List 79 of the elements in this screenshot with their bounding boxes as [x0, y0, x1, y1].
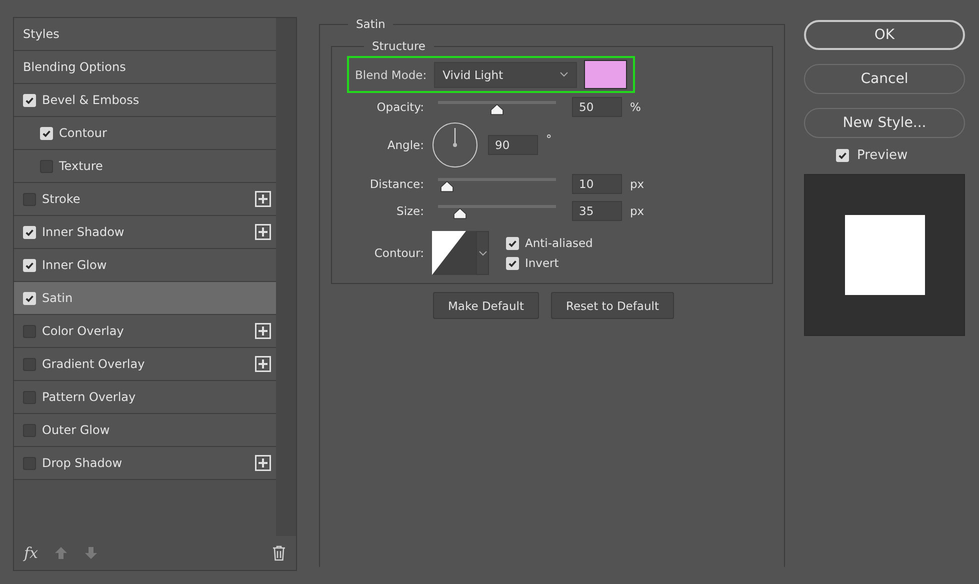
style-list-item[interactable]: Satin: [14, 282, 276, 315]
slider-track[interactable]: [438, 100, 556, 114]
checkbox[interactable]: [23, 192, 36, 206]
style-list-item[interactable]: Texture: [14, 150, 276, 183]
checkbox[interactable]: [23, 456, 36, 470]
checkbox[interactable]: [23, 358, 36, 370]
style-list-item[interactable]: Blending Options: [14, 51, 276, 84]
checkbox[interactable]: [23, 324, 36, 338]
style-label: Inner Shadow: [42, 225, 126, 239]
slider-thumb[interactable]: [440, 180, 454, 192]
add-icon[interactable]: [255, 356, 272, 372]
style-label: Inner Glow: [42, 258, 108, 272]
slider-thumb[interactable]: [453, 208, 468, 218]
trash-icon[interactable]: [272, 545, 286, 561]
chevron-down-icon: [560, 72, 568, 77]
value-field[interactable]: 90: [488, 135, 538, 155]
style-label: Blending Options: [23, 60, 127, 74]
style-label: Pattern Overlay: [42, 390, 137, 404]
style-label: Color Overlay: [42, 324, 125, 338]
style-label: Bevel & Emboss: [42, 93, 140, 107]
style-label: Stroke: [42, 192, 82, 206]
style-list-item[interactable]: Bevel & Emboss: [14, 84, 276, 117]
preview-label: Preview: [857, 148, 908, 163]
value-field[interactable]: 10: [572, 174, 622, 194]
chevron-down-icon: [478, 250, 486, 256]
style-list-item[interactable]: Pattern Overlay: [14, 381, 276, 414]
slider-track[interactable]: [438, 176, 556, 190]
style-list-item[interactable]: Inner Glow: [14, 249, 276, 282]
add-icon[interactable]: [255, 455, 272, 471]
value-field[interactable]: 35: [572, 200, 622, 220]
default-button[interactable]: Reset to Default: [550, 292, 674, 319]
style-label: Drop Shadow: [42, 456, 124, 470]
style-label: Texture: [59, 159, 104, 173]
effects-menu[interactable]: fx: [24, 544, 38, 562]
style-list-item[interactable]: Drop Shadow: [14, 447, 276, 480]
field-label: Distance:: [368, 176, 424, 190]
style-list-item[interactable]: Outer Glow: [14, 414, 276, 447]
dialog-button[interactable]: New Style...: [804, 108, 965, 138]
color-swatch[interactable]: [584, 60, 627, 89]
angle-dial[interactable]: [432, 122, 478, 168]
option-label: Anti-aliased: [525, 236, 593, 250]
field-label: Contour:: [373, 246, 424, 260]
slider-thumb[interactable]: [490, 104, 504, 114]
style-label: Styles: [23, 27, 60, 41]
default-button[interactable]: Make Default: [433, 292, 539, 319]
style-label: Outer Glow: [42, 423, 111, 437]
blend-mode-dropdown[interactable]: Vivid Light: [434, 62, 578, 88]
style-list-item[interactable]: Styles: [14, 18, 276, 51]
style-list-item[interactable]: Contour: [14, 117, 276, 150]
checkbox[interactable]: [40, 160, 53, 172]
slider-track[interactable]: [438, 204, 556, 218]
style-label: Satin: [42, 291, 74, 305]
style-list-item[interactable]: Color Overlay: [14, 315, 276, 348]
dialog-button[interactable]: OK: [804, 20, 965, 50]
contour-preview[interactable]: [432, 231, 476, 275]
dialog-button[interactable]: Cancel: [804, 64, 965, 94]
unit-label: px: [630, 204, 646, 218]
checkbox[interactable]: [23, 424, 36, 436]
option-label: Invert: [525, 256, 559, 270]
add-icon[interactable]: [255, 323, 272, 339]
field-label: Blend Mode:: [355, 68, 427, 82]
unit-label: px: [630, 176, 646, 190]
checkbox[interactable]: [23, 390, 36, 404]
field-label: Angle:: [386, 138, 424, 152]
style-list-item[interactable]: Gradient Overlay: [14, 348, 276, 381]
style-label: Gradient Overlay: [42, 357, 146, 371]
field-label: Opacity:: [376, 100, 424, 114]
style-list-item[interactable]: Stroke: [14, 183, 276, 216]
style-label: Contour: [59, 126, 108, 140]
add-icon[interactable]: [255, 224, 272, 240]
panel-title: Satin: [355, 17, 386, 31]
group-title: Structure: [371, 39, 426, 53]
field-label: Size:: [396, 204, 424, 218]
value-field[interactable]: 50: [572, 96, 622, 116]
unit-label: %: [630, 100, 642, 114]
unit-label: °: [546, 132, 553, 146]
scrollbar[interactable]: [276, 18, 296, 536]
style-list-item[interactable]: Inner Shadow: [14, 216, 276, 249]
add-icon[interactable]: [255, 191, 272, 207]
